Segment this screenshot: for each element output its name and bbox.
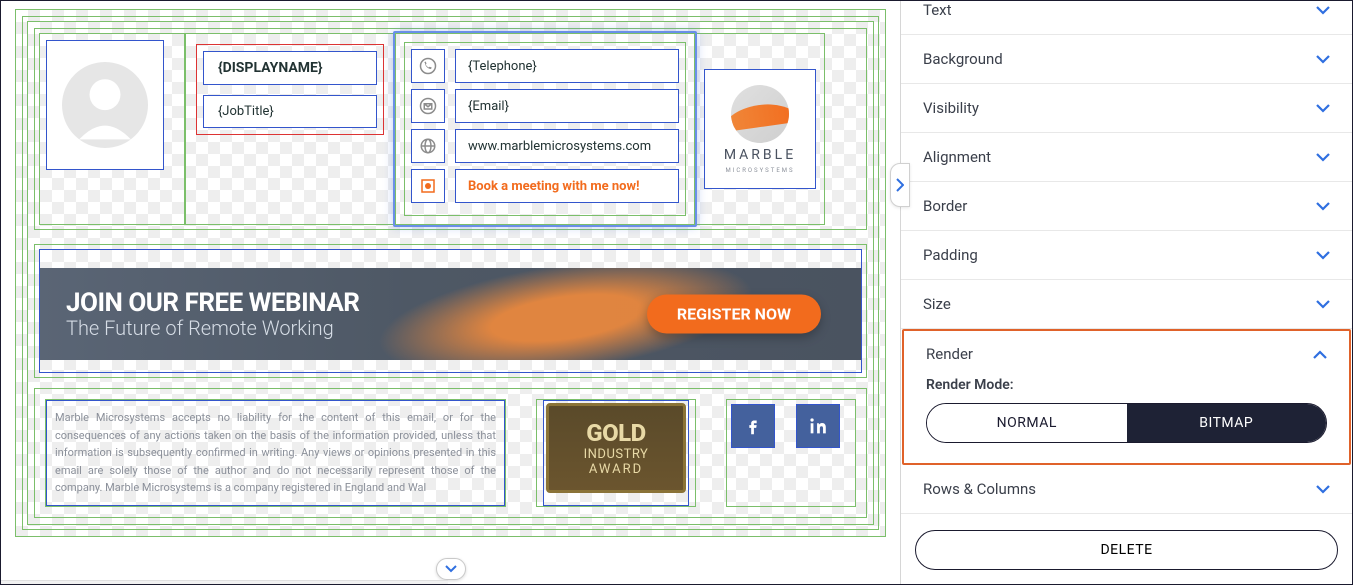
webinar-banner[interactable]: JOIN OUR FREE WEBINAR The Future of Remo… (40, 268, 861, 360)
detail-row-email[interactable]: {Email} (411, 89, 679, 123)
avatar-placeholder[interactable] (46, 40, 164, 170)
bottom-scrollbar[interactable] (1, 580, 448, 584)
avatar-icon (62, 62, 148, 148)
globe-icon (411, 129, 445, 163)
chevron-down-icon (1316, 104, 1330, 113)
detail-row-phone[interactable]: {Telephone} (411, 49, 679, 83)
chevron-up-icon (1313, 350, 1327, 359)
render-section: Render Render Mode: NORMAL BITMAP (902, 329, 1351, 465)
award-cell[interactable]: GOLD INDUSTRY AWARD (536, 399, 696, 507)
job-title-field[interactable]: {JobTitle} (203, 95, 377, 128)
facebook-icon[interactable] (731, 404, 775, 448)
details-cell[interactable]: {Telephone} {Email} (395, 33, 695, 225)
banner-subline: The Future of Remote Working (66, 316, 359, 340)
mail-icon (411, 89, 445, 123)
banner-headline: JOIN OUR FREE WEBINAR (66, 288, 359, 318)
accordion-border[interactable]: Border (901, 182, 1352, 231)
accordion-padding[interactable]: Padding (901, 231, 1352, 280)
accordion-alignment[interactable]: Alignment (901, 133, 1352, 182)
email-value[interactable]: {Email} (455, 89, 679, 123)
properties-panel[interactable]: Text Background Visibility Alignment Bor… (900, 1, 1352, 584)
accordion-rows-columns[interactable]: Rows & Columns (901, 465, 1352, 514)
logo-mark-icon (731, 85, 789, 143)
avatar-cell[interactable] (39, 33, 185, 225)
linkedin-icon[interactable] (796, 404, 840, 448)
register-button[interactable]: REGISTER NOW (647, 295, 821, 334)
canvas-scroll-handle[interactable] (436, 558, 466, 580)
chevron-right-icon (896, 178, 904, 192)
chevron-down-icon (1316, 300, 1330, 309)
chevron-down-icon (1316, 251, 1330, 260)
record-icon (411, 169, 445, 203)
logo-cell[interactable]: MARBLE MICROSYSTEMS (695, 33, 825, 225)
disclaimer-text[interactable]: Marble Microsystems accepts no liability… (46, 400, 505, 506)
accordion-visibility[interactable]: Visibility (901, 84, 1352, 133)
meeting-value[interactable]: Book a meeting with me now! (455, 169, 679, 203)
accordion-text[interactable]: Text (901, 1, 1352, 35)
chevron-down-icon (1316, 485, 1330, 494)
logo-sub-text: MICROSYSTEMS (725, 167, 794, 174)
name-cell[interactable]: {DISPLAYNAME} {JobTitle} (185, 33, 395, 225)
phone-value[interactable]: {Telephone} (455, 49, 679, 83)
chevron-down-icon (1316, 55, 1330, 64)
panel-collapse-handle[interactable] (890, 163, 910, 207)
web-value[interactable]: www.marblemicrosystems.com (455, 129, 679, 163)
display-name-field[interactable]: {DISPLAYNAME} (203, 51, 377, 85)
accordion-size[interactable]: Size (901, 280, 1352, 329)
brand-logo[interactable]: MARBLE MICROSYSTEMS (704, 69, 816, 189)
delete-button[interactable]: DELETE (915, 530, 1338, 570)
logo-brand-text: MARBLE (724, 147, 796, 163)
chevron-down-icon (445, 565, 457, 573)
canvas-pane[interactable]: {DISPLAYNAME} {JobTitle} (1, 1, 900, 584)
chevron-down-icon (1316, 6, 1330, 15)
chevron-down-icon (1316, 202, 1330, 211)
render-mode-toggle[interactable]: NORMAL BITMAP (926, 403, 1327, 443)
award-badge: GOLD INDUSTRY AWARD (546, 403, 686, 493)
accordion-background[interactable]: Background (901, 35, 1352, 84)
phone-icon (411, 49, 445, 83)
render-mode-normal[interactable]: NORMAL (927, 404, 1127, 442)
chevron-down-icon (1316, 153, 1330, 162)
render-mode-bitmap[interactable]: BITMAP (1127, 404, 1327, 442)
accordion-render[interactable]: Render (904, 331, 1349, 377)
detail-row-web[interactable]: www.marblemicrosystems.com (411, 129, 679, 163)
render-mode-label: Render Mode: (926, 377, 1327, 393)
social-cell[interactable] (726, 399, 856, 507)
detail-row-meeting[interactable]: Book a meeting with me now! (411, 169, 679, 203)
